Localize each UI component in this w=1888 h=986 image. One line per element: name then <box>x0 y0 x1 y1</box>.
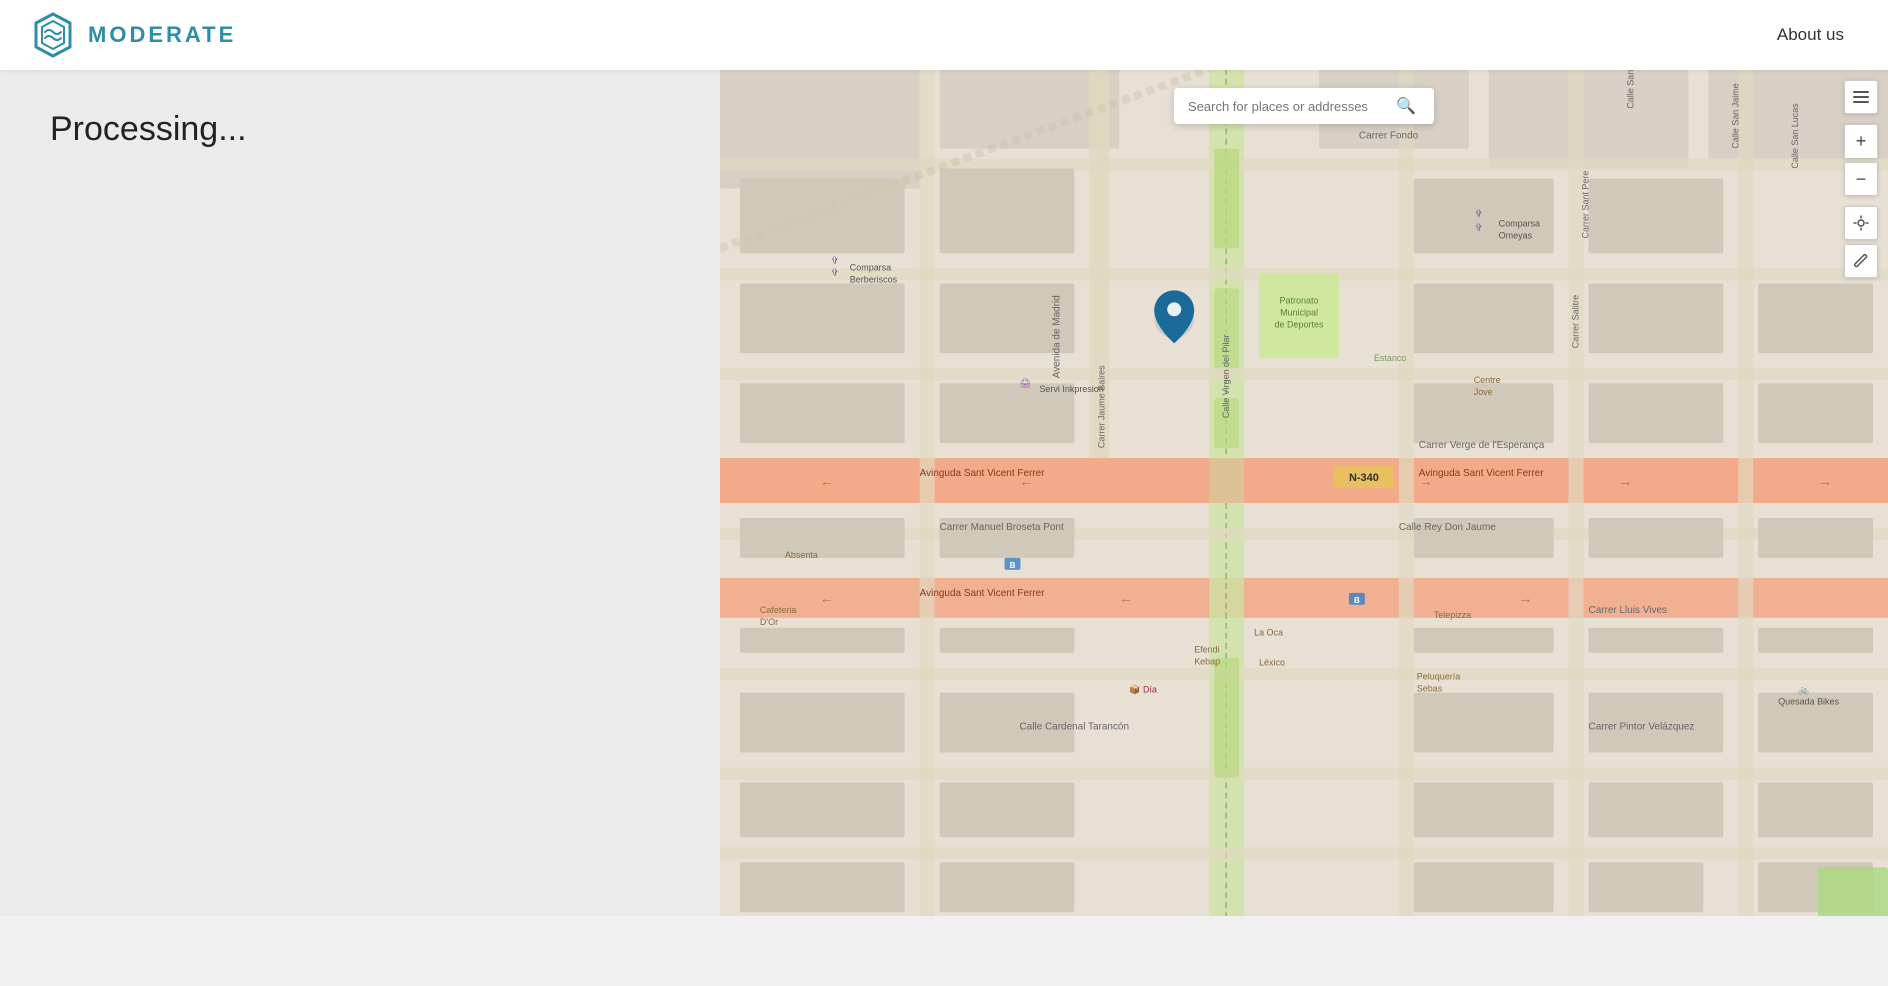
svg-text:Absenta: Absenta <box>785 550 818 560</box>
svg-text:Calle San Jaime: Calle San Jaime <box>1730 83 1740 148</box>
processing-text: Processing... <box>50 110 670 149</box>
svg-text:✞: ✞ <box>1475 222 1483 233</box>
svg-text:B: B <box>1010 561 1016 570</box>
svg-text:B: B <box>1354 596 1360 605</box>
svg-text:→: → <box>1519 590 1533 606</box>
map-controls: + − <box>1844 80 1878 278</box>
svg-text:Jove: Jove <box>1474 387 1493 397</box>
svg-text:Kebap: Kebap <box>1194 657 1220 667</box>
svg-text:Avinguda Sant Vicent Ferrer: Avinguda Sant Vicent Ferrer <box>920 588 1046 599</box>
search-bar: 🔍 <box>1174 88 1434 124</box>
zoom-in-button[interactable]: + <box>1844 124 1878 158</box>
layers-button[interactable] <box>1844 80 1878 114</box>
svg-text:✞: ✞ <box>831 267 839 278</box>
svg-text:de Deportes: de Deportes <box>1275 319 1324 329</box>
svg-text:Calle Cardenal Tarancón: Calle Cardenal Tarancón <box>1019 722 1129 733</box>
svg-text:Sebas: Sebas <box>1417 684 1443 694</box>
svg-text:←: ← <box>820 590 834 606</box>
measure-button[interactable] <box>1844 244 1878 278</box>
svg-text:Avinguda Sant Vicent Ferrer: Avinguda Sant Vicent Ferrer <box>920 468 1046 479</box>
svg-text:←: ← <box>1119 590 1133 606</box>
svg-text:Calle Virgen del Pilar: Calle Virgen del Pilar <box>1221 335 1231 419</box>
svg-text:Calle Rey Don Jaume: Calle Rey Don Jaume <box>1399 522 1496 533</box>
svg-text:Comparsa: Comparsa <box>1499 218 1540 228</box>
svg-text:Avinguda Sant Vicent Ferrer: Avinguda Sant Vicent Ferrer <box>1419 468 1545 479</box>
svg-text:Servi Inkpresion: Servi Inkpresion <box>1039 384 1103 394</box>
svg-text:Léxico: Léxico <box>1259 658 1285 668</box>
svg-text:Carrer Sant Pere: Carrer Sant Pere <box>1581 171 1591 239</box>
zoom-out-button[interactable]: − <box>1844 162 1878 196</box>
main-layout: Processing... 🔍 + − <box>0 70 1888 916</box>
svg-text:Efendi: Efendi <box>1194 645 1219 655</box>
map-svg: ← ← → → → ← ← → N-340 <box>720 70 1888 916</box>
svg-text:Carrer Pintor Velázquez: Carrer Pintor Velázquez <box>1589 722 1695 733</box>
zoom-out-label: − <box>1856 169 1867 190</box>
logo-area: MODERATE <box>30 12 236 58</box>
svg-text:Carrer Fondo: Carrer Fondo <box>1359 131 1419 142</box>
svg-text:✞: ✞ <box>1475 208 1483 219</box>
map-container[interactable]: 🔍 + − <box>720 70 1888 916</box>
svg-text:Centre: Centre <box>1474 375 1501 385</box>
svg-text:N-340: N-340 <box>1349 472 1379 484</box>
left-panel: Processing... <box>0 70 720 916</box>
logo-text: MODERATE <box>88 22 236 48</box>
about-us-link[interactable]: About us <box>1763 17 1858 52</box>
svg-text:🖨: 🖨 <box>1019 378 1030 388</box>
zoom-in-label: + <box>1856 131 1867 152</box>
svg-text:📦 Día: 📦 Día <box>1129 684 1157 695</box>
header: MODERATE About us <box>0 0 1888 70</box>
svg-text:Municipal: Municipal <box>1280 307 1318 317</box>
svg-text:✞: ✞ <box>831 255 839 266</box>
svg-text:D'Or: D'Or <box>760 617 778 627</box>
svg-text:Carrer Jaume Baires: Carrer Jaume Baires <box>1096 365 1106 448</box>
svg-text:Carrer Verge de l'Esperança: Carrer Verge de l'Esperança <box>1419 440 1545 451</box>
logo-icon <box>30 12 76 58</box>
svg-text:🚲: 🚲 <box>1798 685 1809 695</box>
svg-text:Berberiscos: Berberiscos <box>850 274 898 284</box>
svg-text:Estanco: Estanco <box>1374 353 1406 363</box>
svg-text:Carrer Manuel Broseta Pont: Carrer Manuel Broseta Pont <box>940 522 1064 533</box>
svg-text:Patronato: Patronato <box>1280 295 1319 305</box>
svg-text:Cafeteria: Cafeteria <box>760 605 796 615</box>
svg-text:Calle San Lucas: Calle San Lucas <box>1790 103 1800 169</box>
svg-text:Calle Santo Tomás: Calle Santo Tomás <box>1625 70 1635 109</box>
svg-text:Telepizza: Telepizza <box>1434 610 1471 620</box>
search-icon: 🔍 <box>1396 96 1416 116</box>
svg-text:→: → <box>1618 473 1632 489</box>
svg-text:Carrer Lluis Vives: Carrer Lluis Vives <box>1589 605 1667 616</box>
search-input[interactable] <box>1188 99 1388 114</box>
svg-text:←: ← <box>820 473 834 489</box>
svg-text:Omeyas: Omeyas <box>1499 230 1533 240</box>
svg-text:Quesada Bikes: Quesada Bikes <box>1778 697 1839 707</box>
nav-bar: About us <box>1763 25 1858 45</box>
svg-text:Peluquería: Peluquería <box>1417 672 1460 682</box>
svg-text:Comparsa: Comparsa <box>850 262 891 272</box>
svg-text:Carrer Salitre: Carrer Salitre <box>1571 295 1581 348</box>
svg-text:La Oca: La Oca <box>1254 628 1283 638</box>
svg-text:Avenida de Madrid: Avenida de Madrid <box>1051 295 1062 378</box>
my-location-button[interactable] <box>1844 206 1878 240</box>
svg-text:→: → <box>1818 473 1832 489</box>
